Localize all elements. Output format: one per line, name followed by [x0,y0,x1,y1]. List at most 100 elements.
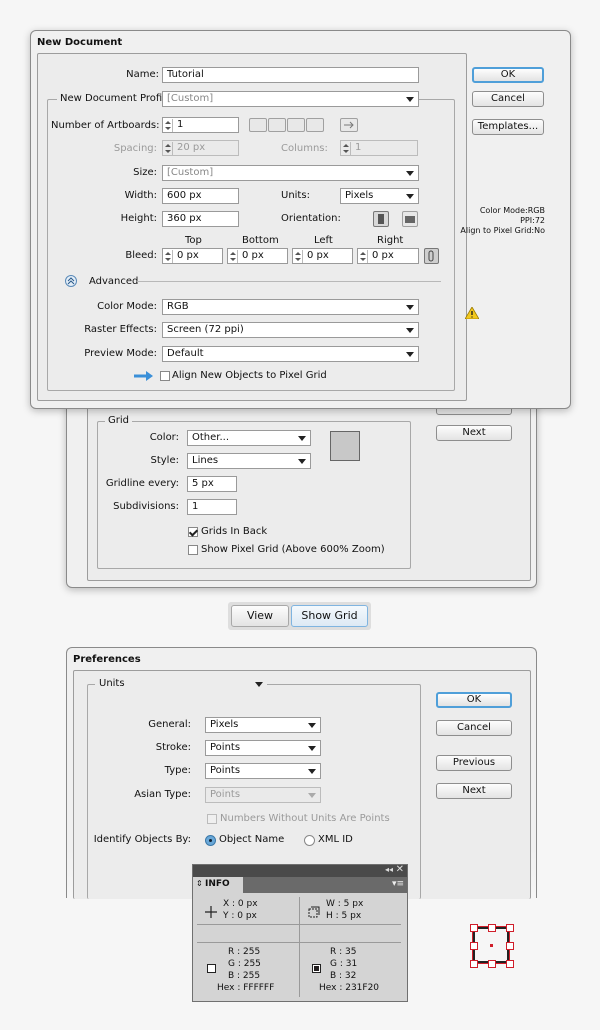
handle-icon[interactable] [506,960,514,968]
handle-icon[interactable] [506,942,514,950]
width-input[interactable]: 600 px [162,188,239,204]
align-pixel-grid-checkbox[interactable] [160,371,170,381]
xml-id-radio[interactable] [304,835,315,846]
chevron-down-icon [406,171,414,176]
bleed-left-input[interactable]: 0 px [292,248,353,264]
grid-color-dropdown[interactable]: Other... [187,430,311,446]
grid-style-label: Style: [150,455,180,466]
grid-next-button[interactable]: Next [436,425,512,441]
cancel-button[interactable]: Cancel [436,720,512,736]
artboards-input[interactable]: 1 [162,117,239,133]
stepper-icon[interactable] [359,250,368,263]
link-bleed-icon[interactable] [424,248,439,264]
handle-icon[interactable] [506,924,514,932]
ok-button[interactable]: OK [436,692,512,708]
height-input[interactable]: 360 px [162,211,239,227]
units-label: Units: [281,190,310,201]
previous-button[interactable]: Previous [436,755,512,771]
view-menu-button[interactable]: View [231,605,289,627]
next-button[interactable]: Next [436,783,512,799]
handle-icon[interactable] [470,924,478,932]
bleed-right-header: Right [377,235,404,246]
bleed-top-header: Top [185,235,202,246]
subdivisions-input[interactable]: 1 [187,499,237,515]
grid-style-dropdown[interactable]: Lines [187,453,311,469]
profile-dropdown[interactable]: [Custom] [162,91,419,107]
collapse-advanced-icon[interactable] [65,275,77,287]
grid-color-swatch[interactable] [330,431,360,461]
arrange-by-row-icon[interactable] [287,118,305,132]
show-grid-menu-button[interactable]: Show Grid [291,605,368,627]
bleed-bottom-input[interactable]: 0 px [227,248,288,264]
right-to-left-icon[interactable] [340,118,358,132]
general-value: Pixels [210,719,239,730]
general-dropdown[interactable]: Pixels [205,717,321,733]
collapse-icon[interactable]: ◂◂ [385,865,393,874]
color-mode-dropdown[interactable]: RGB [162,299,419,315]
ok-button[interactable]: OK [472,67,544,83]
info-tab[interactable]: ⇕ INFO [193,877,243,893]
size-dropdown[interactable]: [Custom] [162,165,419,181]
section-dropdown[interactable]: Units [95,677,267,693]
panel-tab-bar: ⇕ INFO ▾≡ [193,877,407,893]
info-h: H : 5 px [326,911,362,921]
units-dropdown[interactable]: Pixels [340,188,419,204]
tab-arrows-icon: ⇕ [196,879,203,888]
object-name-radio[interactable] [205,835,216,846]
panel-title-bar: ◂◂ ✕ [193,864,407,877]
dimension-icon [308,906,320,918]
summary-color-mode: Color Mode:RGB [479,206,545,215]
window-title: New Document [37,37,123,48]
show-pixel-grid-checkbox[interactable] [188,545,198,555]
portrait-orientation-icon[interactable] [373,211,389,227]
stepper-icon[interactable] [294,250,303,263]
columns-input: 1 [340,140,418,156]
divider [197,924,401,925]
bleed-label: Bleed: [125,250,157,261]
asian-type-label: Asian Type: [134,789,191,800]
gridline-every-input[interactable]: 5 px [187,476,237,492]
chevron-down-icon [308,793,316,798]
artboards-label: Number of Artboards: [51,120,160,131]
cancel-button[interactable]: Cancel [472,91,544,107]
handle-icon[interactable] [470,960,478,968]
bleed-left-header: Left [314,235,333,246]
bleed-top-input[interactable]: 0 px [162,248,223,264]
preview-mode-dropdown[interactable]: Default [162,346,419,362]
bleed-left-value: 0 px [307,250,329,261]
grid-by-row-icon[interactable] [249,118,267,132]
person-icon [378,214,384,224]
type-dropdown[interactable]: Points [205,763,321,779]
landscape-orientation-icon[interactable] [402,211,418,227]
orientation-label: Orientation: [281,213,341,224]
arrange-by-column-icon[interactable] [306,118,324,132]
selected-square[interactable] [470,924,514,968]
columns-label: Columns: [281,143,328,154]
bleed-right-input[interactable]: 0 px [357,248,419,264]
advanced-label: Advanced [89,276,139,287]
stepper-icon[interactable] [164,119,173,132]
grid-by-column-icon[interactable] [268,118,286,132]
grids-in-back-checkbox[interactable] [188,527,198,537]
stepper-icon[interactable] [229,250,238,263]
close-icon[interactable]: ✕ [396,864,404,875]
handle-icon[interactable] [488,960,496,968]
handle-icon[interactable] [488,924,496,932]
stepper-icon[interactable] [164,250,173,263]
subdivisions-label: Subdivisions: [113,501,179,512]
handle-icon[interactable] [470,942,478,950]
profile-label: New Document Profile: [57,93,178,104]
panel-menu-icon[interactable]: ▾≡ [392,879,404,889]
templates-button[interactable]: Templates... [472,119,544,135]
stroke-dropdown[interactable]: Points [205,740,321,756]
stroke-swatch-icon [312,964,321,973]
left-b: B : 255 [228,971,261,981]
grid-color-label: Color: [149,432,179,443]
raster-effects-dropdown[interactable]: Screen (72 ppi) [162,322,419,338]
stroke-label: Stroke: [155,742,191,753]
profile-value: [Custom] [167,93,214,104]
identify-objects-label: Identify Objects By: [93,834,191,845]
name-input[interactable]: Tutorial [162,67,419,83]
person-icon [405,216,415,223]
fill-swatch-icon [207,964,216,973]
